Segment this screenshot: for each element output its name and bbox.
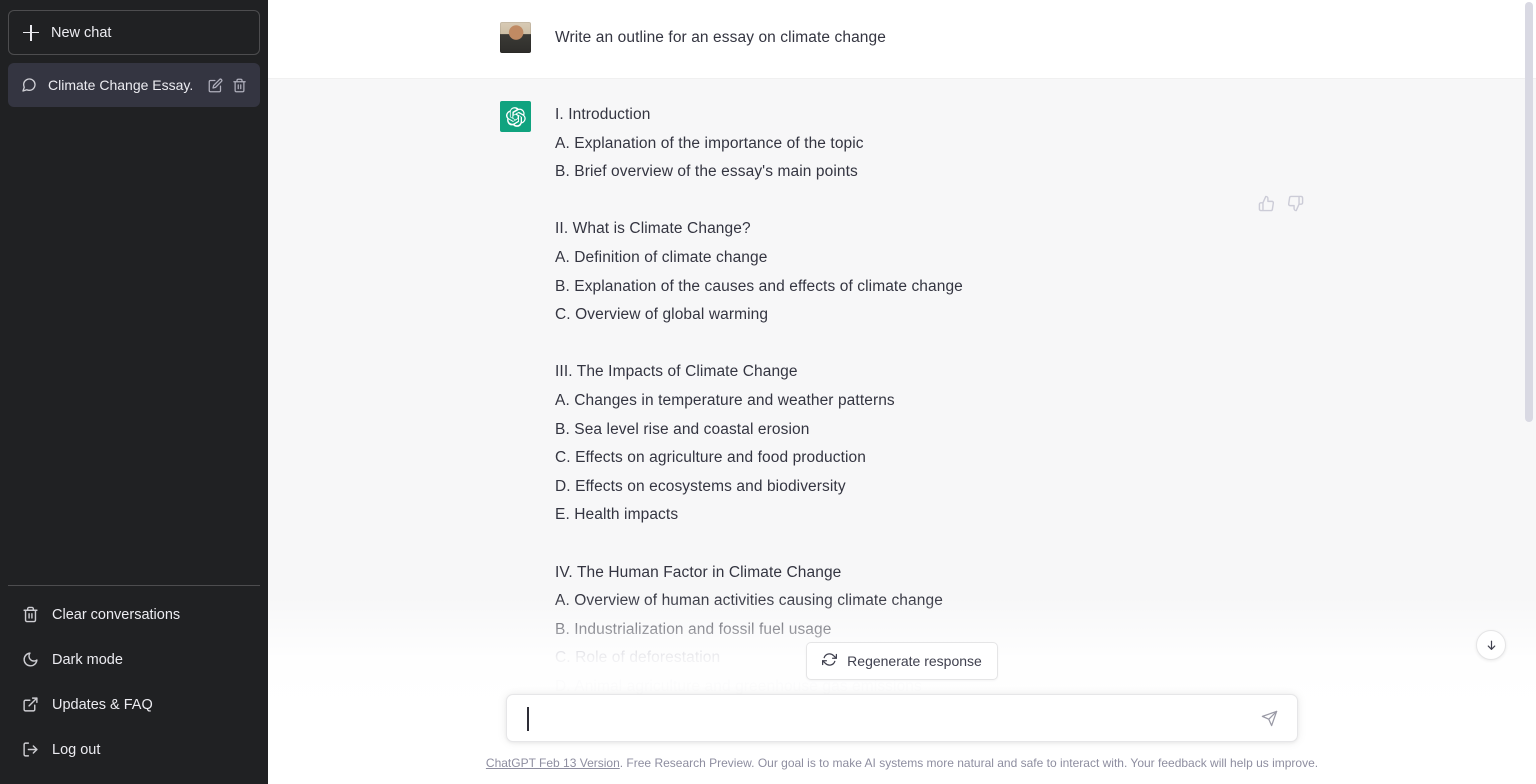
moon-icon xyxy=(22,651,39,668)
sidebar-item-updates-faq[interactable]: Updates & FAQ xyxy=(8,682,260,727)
conversation-title: Climate Change Essay. xyxy=(48,77,194,93)
assistant-message-text: I. Introduction A. Explanation of the im… xyxy=(555,101,963,701)
composer-inner: Regenerate response ChatGPT Feb 13 Versi… xyxy=(268,642,1536,784)
new-chat-button[interactable]: New chat xyxy=(8,10,260,55)
external-link-icon xyxy=(22,696,39,713)
scroll-to-bottom-button[interactable] xyxy=(1476,630,1506,660)
regenerate-row: Regenerate response xyxy=(268,642,1536,680)
regenerate-response-button[interactable]: Regenerate response xyxy=(806,642,998,680)
sidebar-item-clear-conversations[interactable]: Clear conversations xyxy=(8,592,260,637)
outline-line: B. Industrialization and fossil fuel usa… xyxy=(555,620,832,638)
arrow-down-icon xyxy=(1487,640,1495,650)
text-caret xyxy=(527,707,529,731)
outline-line: B. Explanation of the causes and effects… xyxy=(555,277,963,295)
outline-line: A. Explanation of the importance of the … xyxy=(555,134,864,152)
send-button[interactable] xyxy=(1255,704,1283,732)
trash-icon[interactable] xyxy=(232,78,247,93)
sidebar-bottom-nav: Clear conversations Dark mode Updates & … xyxy=(8,585,260,776)
outline-line: III. The Impacts of Climate Change xyxy=(555,363,798,381)
conversation-list: Climate Change Essay. xyxy=(8,63,260,107)
outline-line: A. Changes in temperature and weather pa… xyxy=(555,391,895,409)
outline-line: C. Overview of global warming xyxy=(555,306,769,324)
outline-blank-line xyxy=(555,530,963,559)
outline-line: IV. The Human Factor in Climate Change xyxy=(555,563,842,581)
sidebar-item-dark-mode[interactable]: Dark mode xyxy=(8,637,260,682)
outline-line: A. Overview of human activities causing … xyxy=(555,592,943,610)
message-icon xyxy=(21,77,37,93)
plus-icon xyxy=(23,24,39,41)
composer-box[interactable] xyxy=(506,694,1298,742)
thumbs-down-icon[interactable] xyxy=(1287,195,1304,212)
scrollbar-track[interactable] xyxy=(1522,0,1536,784)
message-feedback-actions xyxy=(1258,195,1304,212)
new-chat-label: New chat xyxy=(51,24,112,41)
version-link[interactable]: ChatGPT Feb 13 Version xyxy=(486,756,620,770)
outline-blank-line xyxy=(555,330,963,359)
sidebar-item-label: Dark mode xyxy=(52,651,123,668)
sidebar: New chat Climate Change Essay. Clear con… xyxy=(0,0,268,784)
user-message: Write an outline for an essay on climate… xyxy=(268,0,1536,79)
outline-line: D. Effects on ecosystems and biodiversit… xyxy=(555,477,846,495)
chatgpt-app: New chat Climate Change Essay. Clear con… xyxy=(0,0,1536,784)
outline-line: B. Sea level rise and coastal erosion xyxy=(555,420,810,438)
outline-line: I. Introduction xyxy=(555,106,651,123)
trash-icon xyxy=(22,606,39,623)
outline-blank-line xyxy=(555,187,963,216)
disclaimer-text: . Free Research Preview. Our goal is to … xyxy=(619,756,1319,770)
user-message-text: Write an outline for an essay on climate… xyxy=(555,29,886,46)
outline-line: E. Health impacts xyxy=(555,506,679,524)
sidebar-item-label: Clear conversations xyxy=(52,606,181,623)
send-paper-plane-icon xyxy=(1261,710,1277,726)
chat-main: Write an outline for an essay on climate… xyxy=(268,0,1536,784)
message-input[interactable] xyxy=(527,705,1255,731)
chatgpt-logo-icon xyxy=(500,101,531,132)
footer-disclaimer: ChatGPT Feb 13 Version. Free Research Pr… xyxy=(268,742,1536,784)
sidebar-item-label: Updates & FAQ xyxy=(52,696,153,713)
outline-line: C. Effects on agriculture and food produ… xyxy=(555,449,866,467)
pencil-icon[interactable] xyxy=(208,78,223,93)
outline-line: B. Brief overview of the essay's main po… xyxy=(555,163,858,181)
outline-line: II. What is Climate Change? xyxy=(555,220,751,238)
user-avatar xyxy=(500,22,531,53)
assistant-message: I. Introduction A. Explanation of the im… xyxy=(268,79,1536,725)
refresh-icon xyxy=(822,652,838,670)
conversation-actions xyxy=(208,78,247,93)
sidebar-item-label: Log out xyxy=(52,741,101,758)
logout-icon xyxy=(22,741,39,758)
regenerate-response-label: Regenerate response xyxy=(847,653,982,669)
thumbs-up-icon[interactable] xyxy=(1258,195,1275,212)
outline-line: A. Definition of climate change xyxy=(555,248,768,266)
sidebar-conversation-climate-change-essay[interactable]: Climate Change Essay. xyxy=(8,63,260,107)
sidebar-item-log-out[interactable]: Log out xyxy=(8,727,260,772)
scrollbar-thumb[interactable] xyxy=(1525,2,1533,422)
